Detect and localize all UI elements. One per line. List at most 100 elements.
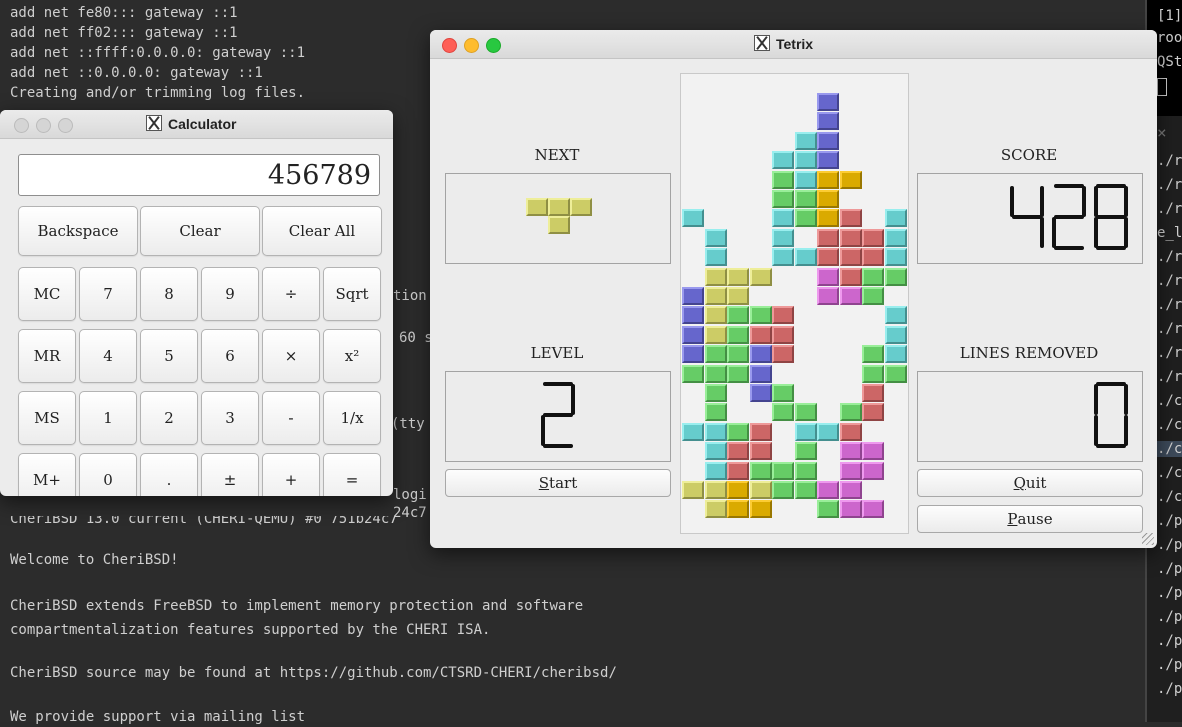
clear-button[interactable]: Clear — [140, 206, 260, 256]
score-label: SCORE — [1000, 146, 1058, 164]
next-piece-block — [570, 198, 592, 216]
mc-button[interactable]: MC — [18, 267, 76, 321]
tetromino-block — [839, 170, 862, 189]
tetromino-block — [862, 267, 884, 286]
tetrix-board[interactable] — [680, 73, 909, 534]
x11-icon — [146, 115, 162, 131]
tetromino-block — [727, 481, 749, 499]
minimize-button[interactable] — [36, 118, 51, 133]
digit-6-button[interactable]: 6 — [201, 329, 259, 383]
tetromino-block — [817, 422, 839, 441]
digit-4-button[interactable]: 4 — [79, 329, 137, 383]
backspace-button[interactable]: Backspace — [18, 206, 138, 256]
digit-1-button[interactable]: 1 — [79, 391, 137, 445]
start-shortcut: S — [538, 474, 550, 492]
next-piece-box — [445, 173, 671, 264]
terminal-line: ./r — [1157, 321, 1182, 337]
digit-5-button[interactable]: 5 — [140, 329, 198, 383]
reciprocal-button[interactable]: 1/x — [323, 391, 381, 445]
ms-button[interactable]: MS — [18, 391, 76, 445]
clear-all-button[interactable]: Clear All — [262, 206, 382, 256]
window-title: Calculator — [146, 110, 236, 138]
tetromino-block — [704, 442, 727, 461]
tetrix-window[interactable]: Tetrix NEXT LEVEL Start SCORE LINES REMO… — [430, 30, 1157, 548]
mr-button[interactable]: MR — [18, 329, 76, 383]
decimal-button[interactable]: . — [140, 453, 198, 496]
tetromino-block — [772, 403, 794, 422]
close-button[interactable] — [442, 38, 457, 53]
tetromino-block — [704, 364, 727, 383]
terminal-line: ./p — [1157, 609, 1182, 625]
tetromino-block — [704, 306, 727, 325]
terminal-line: ./r — [1157, 201, 1182, 217]
calculator-title: Calculator — [168, 116, 237, 132]
close-button[interactable] — [14, 118, 29, 133]
tetromino-block — [794, 422, 817, 441]
lines-removed-lcd — [1094, 382, 1128, 448]
tetromino-block — [884, 306, 907, 325]
tetromino-block — [682, 325, 704, 344]
terminal-line: ./c — [1157, 417, 1182, 433]
square-button[interactable]: x² — [323, 329, 381, 383]
minimize-button[interactable] — [464, 38, 479, 53]
plus-minus-button[interactable]: ± — [201, 453, 259, 496]
subtract-button[interactable]: - — [262, 391, 320, 445]
tetromino-block — [794, 461, 817, 480]
tetromino-block — [839, 461, 862, 480]
tetrix-titlebar[interactable]: Tetrix — [430, 30, 1157, 59]
tetromino-block — [794, 209, 817, 228]
zoom-button[interactable] — [58, 118, 73, 133]
window-title: Tetrix — [754, 30, 813, 58]
multiply-button[interactable]: × — [262, 329, 320, 383]
tetromino-block — [817, 93, 839, 111]
tetromino-block — [839, 442, 862, 461]
equals-button[interactable]: = — [323, 453, 381, 496]
tetromino-block — [772, 345, 794, 364]
terminal-line: add net ::ffff:0.0.0.0: gateway ::1 — [10, 45, 306, 61]
digit-0-button[interactable]: 0 — [79, 453, 137, 496]
terminal-line: ./p — [1157, 537, 1182, 553]
tetromino-block — [682, 306, 704, 325]
zoom-button[interactable] — [486, 38, 501, 53]
digit-3-button[interactable]: 3 — [201, 391, 259, 445]
tetromino-block — [794, 403, 817, 422]
close-icon[interactable]: × — [1157, 123, 1167, 142]
tetromino-block — [862, 500, 884, 519]
terminal-fragment: (tty — [391, 416, 425, 432]
terminal-fragment: 60 s — [399, 330, 433, 346]
terminal-line: ./r — [1157, 369, 1182, 385]
digit-8-button[interactable]: 8 — [140, 267, 198, 321]
terminal-line: ./p — [1157, 633, 1182, 649]
digit-7-button[interactable]: 7 — [79, 267, 137, 321]
divide-button[interactable]: ÷ — [262, 267, 320, 321]
tetromino-block — [862, 248, 884, 267]
tetromino-block — [772, 170, 794, 189]
tetromino-block — [749, 442, 772, 461]
tetromino-block — [749, 267, 772, 286]
digit-9-button[interactable]: 9 — [201, 267, 259, 321]
tetromino-block — [839, 267, 862, 286]
tetromino-block — [839, 248, 862, 267]
resize-grip[interactable] — [1142, 533, 1154, 545]
tetromino-block — [682, 345, 704, 364]
pause-button[interactable]: Pause — [917, 505, 1143, 533]
calculator-titlebar[interactable]: Calculator — [0, 110, 393, 139]
next-piece-block — [548, 198, 570, 216]
terminal-line: We provide support via mailing list — [10, 709, 306, 725]
quit-shortcut: Q — [1013, 474, 1026, 492]
sqrt-button[interactable]: Sqrt — [323, 267, 381, 321]
tetromino-block — [749, 500, 772, 519]
add-button[interactable]: + — [262, 453, 320, 496]
digit-2-button[interactable]: 2 — [140, 391, 198, 445]
terminal-line: CheriBSD 13.0 current (CHERI-QEMU) #0 75… — [10, 511, 398, 527]
m--button[interactable]: M+ — [18, 453, 76, 496]
tetromino-block — [884, 209, 907, 228]
next-piece-block — [548, 216, 570, 234]
terminal-line: Creating and/or trimming log files. — [10, 85, 306, 101]
calculator-window[interactable]: Calculator 456 789 Backspace Clear Clear Al… — [0, 110, 393, 496]
tetromino-block — [884, 325, 907, 344]
start-button[interactable]: Start — [445, 469, 671, 497]
quit-button[interactable]: Quit — [917, 469, 1143, 497]
lines-removed-display — [917, 371, 1143, 462]
tetromino-block — [704, 422, 727, 441]
